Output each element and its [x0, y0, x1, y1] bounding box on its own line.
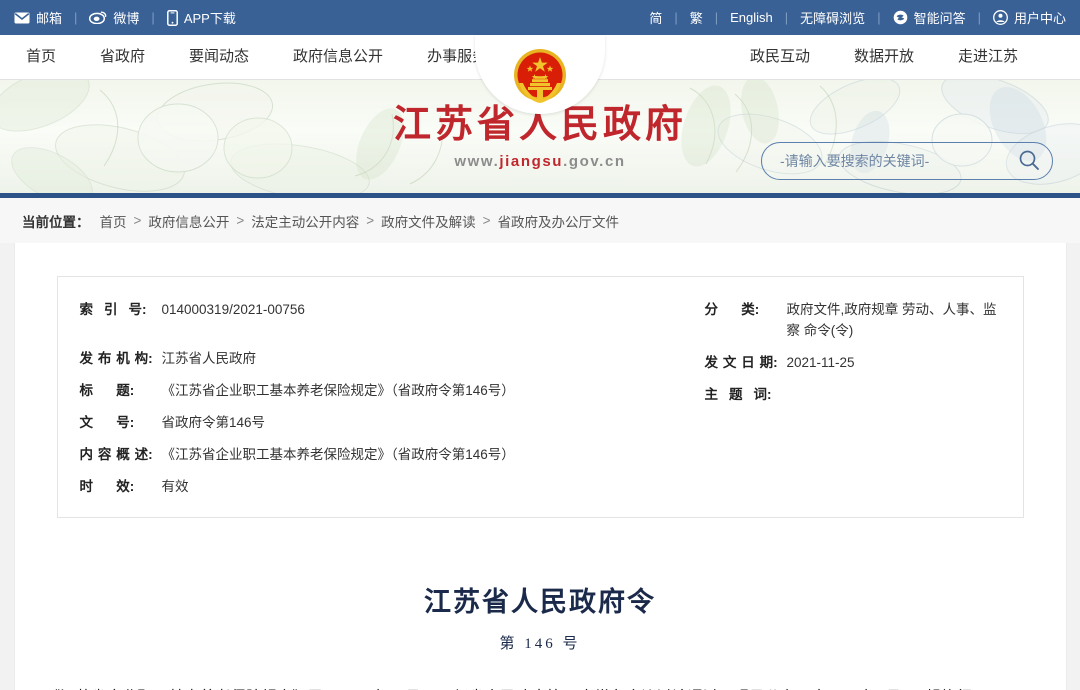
site-url-domain: jiangsu: [499, 153, 564, 170]
metadata-row-title: 标题: 《江苏省企业职工基本养老保险规定》（省政府令第146号）: [80, 380, 705, 401]
topbar-separator: |: [151, 10, 155, 25]
breadcrumb-item-provincial-office-documents[interactable]: 省政府及办公厅文件: [498, 211, 620, 231]
metadata-row-issue-date: 发文日期: 2021-11-25: [705, 352, 1001, 373]
search-button[interactable]: [1012, 144, 1046, 178]
metadata-key-issue-date: 发文日期:: [704, 355, 778, 370]
top-utility-bar: 邮箱 | 微博 | APP下载 简 | 繁 | English | 无障碍浏览 …: [0, 0, 1080, 35]
topbar-separator: |: [977, 10, 981, 25]
lang-simplified-link[interactable]: 简: [649, 8, 662, 27]
metadata-row-index-number: 索引号: 014000319/2021-00756: [80, 299, 705, 320]
lang-simplified-label: 简: [649, 11, 663, 26]
metadata-key-document-number: 文号:: [79, 415, 135, 430]
user-icon: [993, 10, 1008, 25]
topbar-right-group: 简 | 繁 | English | 无障碍浏览 | 智能问答 | 用户中心: [649, 8, 1066, 27]
metadata-value-document-number: 省政府令第146号: [161, 415, 266, 430]
document-title: 江苏省人民政府令: [424, 587, 656, 617]
lang-english-link[interactable]: English: [730, 10, 773, 25]
nav-item-news[interactable]: 要闻动态: [167, 35, 271, 79]
site-url-prefix: www.: [454, 153, 500, 170]
nav-item-citizen-interaction[interactable]: 政民互动: [728, 35, 832, 79]
metadata-key-title: 标题:: [79, 383, 135, 398]
search-icon: [1018, 149, 1040, 174]
metadata-key-summary: 内容概述:: [79, 447, 153, 462]
metadata-value-summary: 《江苏省企业职工基本养老保险规定》（省政府令第146号）: [161, 447, 515, 462]
breadcrumb-separator: >: [133, 213, 142, 228]
metadata-row-keywords: 主题词:: [705, 384, 1001, 405]
nav-right-group: 政民互动 数据开放 走进江苏: [728, 35, 1080, 79]
metadata-row-document-number: 文号: 省政府令第146号: [80, 412, 705, 433]
smart-qa-label: 智能问答: [913, 11, 966, 26]
metadata-key-publisher: 发布机构:: [79, 351, 153, 366]
metadata-row-summary: 内容概述: 《江苏省企业职工基本养老保险规定》（省政府令第146号）: [80, 444, 705, 465]
site-url-suffix: .gov.cn: [563, 153, 626, 170]
topbar-app-label: APP下载: [183, 11, 236, 26]
accessibility-label: 无障碍浏览: [800, 11, 866, 26]
nav-item-open-data[interactable]: 数据开放: [832, 35, 936, 79]
metadata-key-validity: 时效:: [79, 479, 135, 494]
metadata-right-column: 分类: 政府文件,政府规章 劳动、人事、监察 命令(令) 发文日期: 2021-…: [705, 299, 1001, 497]
metadata-row-category: 分类: 政府文件,政府规章 劳动、人事、监察 命令(令): [705, 299, 1001, 341]
metadata-value-publisher: 江苏省人民政府: [161, 351, 257, 366]
lang-english-label: English: [730, 10, 773, 25]
topbar-mail-link[interactable]: 邮箱: [14, 8, 62, 27]
document-order-number: 第 146 号: [499, 636, 581, 652]
topbar-weibo-label: 微博: [113, 11, 140, 26]
robot-icon: [893, 10, 908, 25]
breadcrumb-item-info-disclosure[interactable]: 政府信息公开: [148, 211, 229, 231]
lang-traditional-label: 繁: [689, 11, 703, 26]
nav-item-home[interactable]: 首页: [4, 35, 78, 79]
breadcrumb-item-statutory-content[interactable]: 法定主动公开内容: [251, 211, 359, 231]
topbar-separator: |: [877, 10, 881, 25]
metadata-spacer: [80, 331, 705, 348]
user-center-link[interactable]: 用户中心: [993, 8, 1066, 27]
topbar-app-download-link[interactable]: APP下载: [166, 8, 236, 27]
nav-item-government-info-disclosure[interactable]: 政府信息公开: [271, 35, 405, 79]
breadcrumb-label: 当前位置：: [22, 214, 90, 230]
topbar-separator: |: [674, 10, 678, 25]
metadata-row-validity: 时效: 有效: [80, 476, 705, 497]
topbar-left-group: 邮箱 | 微博 | APP下载: [14, 8, 236, 27]
breadcrumb: 首页 > 政府信息公开 > 法定主动公开内容 > 政府文件及解读 > 省政府及办…: [100, 211, 620, 231]
mail-icon: [14, 12, 30, 24]
search-input[interactable]: [780, 153, 1012, 169]
metadata-value-issue-date: 2021-11-25: [786, 355, 855, 370]
metadata-key-index-number: 索引号:: [79, 302, 147, 317]
document-body-paragraph: 《江苏省企业职工基本养老保险规定》已于2021年11月16日经省人民政府第92次…: [15, 683, 1066, 690]
topbar-separator: |: [714, 10, 719, 25]
breadcrumb-separator: >: [366, 213, 375, 228]
page-background: 索引号: 014000319/2021-00756 发布机构: 江苏省人民政府 …: [0, 243, 1080, 690]
metadata-row-publisher: 发布机构: 江苏省人民政府: [80, 348, 705, 369]
site-search[interactable]: [761, 142, 1053, 180]
mobile-icon: [166, 9, 178, 26]
metadata-value-index-number: 014000319/2021-00756: [161, 302, 305, 317]
breadcrumb-separator: >: [236, 213, 245, 228]
topbar-weibo-link[interactable]: 微博: [89, 8, 139, 27]
breadcrumb-item-documents-and-interpretation[interactable]: 政府文件及解读: [381, 211, 476, 231]
user-center-label: 用户中心: [1013, 11, 1066, 26]
breadcrumb-bar: 当前位置： 首页 > 政府信息公开 > 法定主动公开内容 > 政府文件及解读 >…: [0, 198, 1080, 243]
metadata-key-category: 分类:: [704, 302, 760, 317]
content-card: 索引号: 014000319/2021-00756 发布机构: 江苏省人民政府 …: [13, 243, 1067, 690]
nav-item-about-jiangsu[interactable]: 走进江苏: [936, 35, 1040, 79]
metadata-value-category: 政府文件,政府规章 劳动、人事、监察 命令(令): [786, 302, 997, 338]
document-heading: 江苏省人民政府令 第 146 号: [15, 580, 1066, 653]
metadata-value-title: 《江苏省企业职工基本养老保险规定》（省政府令第146号）: [161, 383, 515, 398]
national-emblem-icon: [514, 49, 566, 103]
weibo-icon: [89, 11, 107, 24]
breadcrumb-separator: >: [482, 213, 491, 228]
smart-qa-link[interactable]: 智能问答: [893, 8, 966, 27]
nav-left-group: 首页 省政府 要闻动态 政府信息公开 办事服务: [0, 35, 509, 79]
metadata-left-column: 索引号: 014000319/2021-00756 发布机构: 江苏省人民政府 …: [80, 299, 705, 497]
topbar-separator: |: [784, 10, 789, 25]
nav-item-provincial-government[interactable]: 省政府: [78, 35, 167, 79]
document-metadata-box: 索引号: 014000319/2021-00756 发布机构: 江苏省人民政府 …: [56, 276, 1024, 518]
topbar-separator: |: [74, 10, 78, 25]
lang-traditional-link[interactable]: 繁: [690, 8, 703, 27]
main-navigation: 首页 省政府 要闻动态 政府信息公开 办事服务 政民互动 数据开放 走进江苏: [0, 35, 1080, 114]
topbar-mail-label: 邮箱: [36, 11, 63, 26]
breadcrumb-item-home[interactable]: 首页: [100, 211, 127, 231]
metadata-value-validity: 有效: [161, 479, 189, 494]
metadata-key-keywords: 主题词:: [704, 387, 772, 402]
accessibility-link[interactable]: 无障碍浏览: [800, 8, 865, 27]
